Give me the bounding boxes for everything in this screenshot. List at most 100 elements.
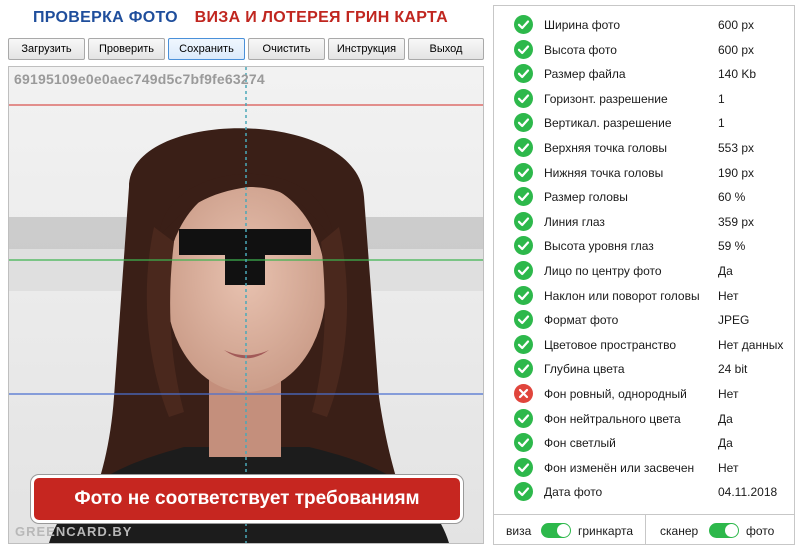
title-photo-check: ПРОВЕРКА ФОТО	[33, 9, 178, 26]
check-label: Фон нейтрального цвета	[544, 411, 681, 426]
check-row: Горизонт. разрешение 1	[494, 87, 794, 111]
toolbar: Загрузить Проверить Сохранить Очистить И…	[8, 38, 484, 62]
check-value: 1	[718, 116, 725, 131]
check-ok-icon	[514, 113, 533, 133]
check-label: Высота уровня глаз	[544, 239, 654, 254]
check-row: Дата фото 04.11.2018	[494, 480, 794, 504]
check-row: Размер головы 60 %	[494, 185, 794, 209]
check-value: 600 px	[718, 18, 755, 32]
check-label: Верхняя точка головы	[544, 141, 668, 155]
check-value: 60 %	[718, 190, 746, 205]
check-value: 04.11.2018	[718, 485, 778, 500]
check-ok-icon	[514, 457, 533, 477]
photo-label: фото	[746, 524, 775, 538]
portrait-photo	[9, 67, 483, 543]
check-value: Нет данных	[718, 337, 784, 352]
check-ok-icon	[514, 64, 533, 84]
check-value: Нет	[718, 387, 739, 401]
check-label: Фон светлый	[544, 436, 616, 451]
check-row: Нижняя точка головы 190 px	[494, 161, 794, 185]
check-row: Высота фото 600 px	[494, 38, 794, 62]
check-row: Верхняя точка головы 553 px	[494, 136, 794, 160]
watermark: GREENCARD.BY	[15, 524, 133, 539]
check-row: Глубина цвета 24 bit	[494, 357, 794, 381]
check-row: Цветовое пространство Нет данных	[494, 333, 794, 357]
check-value: 59 %	[718, 239, 746, 254]
check-label: Горизонт. разрешение	[544, 91, 668, 106]
check-row: Размер файла 140 Kb	[494, 62, 794, 86]
check-row: Фон ровный, однородный Нет	[494, 382, 794, 406]
check-row: Наклон или поворот головы Нет	[494, 284, 794, 308]
photo-hash: 69195109e0e0aec749d5c7bf9fe63274	[14, 71, 265, 87]
check-value: 1	[718, 91, 725, 106]
check-label: Вертикал. разрешение	[544, 116, 672, 131]
check-ok-icon	[514, 162, 533, 182]
check-value: Нет	[718, 288, 739, 303]
verdict-banner: Фото не соответствует требованиям	[31, 475, 463, 523]
check-label: Нижняя точка головы	[544, 165, 664, 180]
app-title: ПРОВЕРКА ФОТО ВИЗА И ЛОТЕРЕЯ ГРИН КАРТА	[33, 9, 448, 27]
mode-switches: виза гринкарта сканер фото	[494, 514, 794, 545]
greencard-label: гринкарта	[578, 524, 634, 538]
check-ok-icon	[514, 187, 533, 207]
check-button[interactable]: Проверить	[88, 38, 165, 60]
check-label: Лицо по центру фото	[544, 264, 662, 278]
check-label: Размер головы	[544, 190, 628, 205]
check-label: Фон изменён или засвечен	[544, 460, 695, 475]
check-ok-icon	[514, 138, 533, 157]
exit-button[interactable]: Выход	[408, 38, 484, 60]
check-label: Наклон или поворот головы	[544, 288, 700, 303]
check-value: Да	[718, 436, 733, 451]
instruction-button[interactable]: Инструкция	[328, 38, 405, 60]
check-row: Ширина фото 600 px	[494, 13, 794, 37]
check-ok-icon	[514, 433, 533, 453]
check-value: Нет	[718, 460, 739, 475]
check-row: Вертикал. разрешение 1	[494, 111, 794, 135]
check-label: Фон ровный, однородный	[544, 387, 687, 401]
check-ok-icon	[514, 15, 533, 34]
check-label: Линия глаз	[544, 214, 605, 229]
check-label: Высота фото	[544, 42, 617, 57]
scanner-photo-toggle[interactable]	[709, 523, 739, 538]
check-ok-icon	[514, 408, 533, 428]
check-ok-icon	[514, 211, 533, 231]
check-row: Фон нейтрального цвета Да	[494, 407, 794, 431]
check-label: Ширина фото	[544, 18, 621, 32]
checks-panel: Ширина фото 600 px Высота фото 600 px Размер…	[493, 5, 795, 545]
check-value: 553 px	[718, 141, 755, 155]
check-value: 600 px	[718, 42, 755, 57]
check-label: Глубина цвета	[544, 362, 625, 377]
check-ok-icon	[514, 310, 533, 330]
check-ok-icon	[514, 261, 533, 280]
scanner-label: сканер	[660, 524, 699, 538]
check-row: Высота уровня глаз 59 %	[494, 234, 794, 258]
check-value: 359 px	[718, 214, 755, 229]
check-ok-icon	[514, 236, 533, 256]
check-ok-icon	[514, 285, 533, 305]
check-value: JPEG	[718, 313, 750, 328]
check-value: Да	[718, 264, 733, 278]
footer-divider	[645, 515, 646, 545]
check-ok-icon	[514, 88, 533, 108]
photo-preview: 69195109e0e0aec749d5c7bf9fe63274 GREENCA…	[8, 66, 484, 544]
visa-greencard-toggle[interactable]	[541, 523, 571, 538]
check-fail-icon	[514, 384, 533, 403]
check-label: Дата фото	[544, 485, 603, 500]
title-visa-lottery: ВИЗА И ЛОТЕРЕЯ ГРИН КАРТА	[194, 9, 448, 26]
check-row: Фон изменён или засвечен Нет	[494, 456, 794, 480]
check-row: Линия глаз 359 px	[494, 210, 794, 234]
check-value: 140 Kb	[718, 67, 757, 82]
check-ok-icon	[514, 359, 533, 379]
check-ok-icon	[514, 334, 533, 354]
save-button[interactable]: Сохранить	[168, 38, 245, 60]
load-button[interactable]: Загрузить	[8, 38, 85, 60]
check-label: Формат фото	[544, 313, 619, 328]
visa-label: виза	[506, 524, 532, 538]
check-row: Фон светлый Да	[494, 431, 794, 455]
check-row: Лицо по центру фото Да	[494, 259, 794, 283]
clear-button[interactable]: Очистить	[248, 38, 325, 60]
check-value: Да	[718, 411, 733, 426]
check-value: 24 bit	[718, 362, 748, 377]
check-label: Размер файла	[544, 67, 626, 82]
check-ok-icon	[514, 39, 533, 59]
